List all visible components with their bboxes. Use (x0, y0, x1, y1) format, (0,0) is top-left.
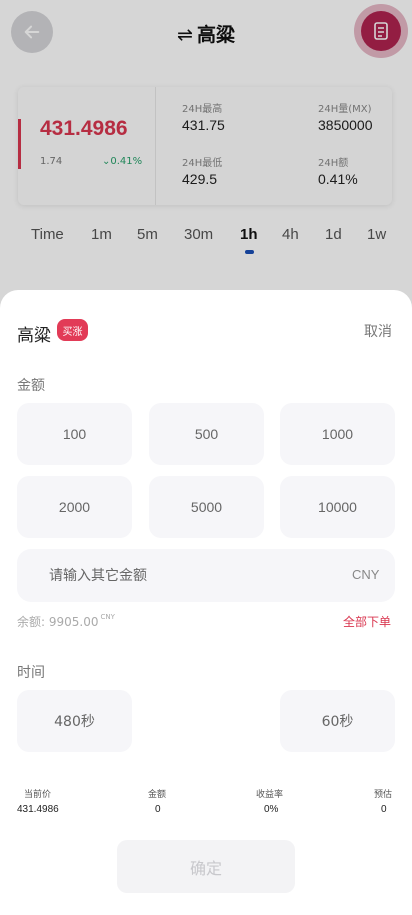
amount-option-100[interactable]: 100 (17, 403, 132, 465)
summary-value-yield: 0% (264, 804, 279, 815)
summary-label-amount: 金额 (148, 790, 167, 800)
custom-amount-input[interactable] (49, 549, 329, 602)
cancel-button[interactable]: 取消 (364, 321, 392, 341)
sheet-title: 高粱 (17, 326, 51, 346)
summary-label-estimate: 预估 (374, 790, 393, 800)
all-in-button[interactable]: 全部下单 (343, 613, 391, 630)
time-section-label: 时间 (17, 665, 45, 681)
amount-option-500[interactable]: 500 (149, 403, 264, 465)
balance-label: 余额: (17, 615, 46, 629)
order-sheet: 高粱 买涨 取消 金额 100 500 1000 2000 5000 10000… (0, 290, 412, 915)
time-option-60s[interactable]: 60秒 (280, 690, 395, 752)
time-option-480s[interactable]: 480秒 (17, 690, 132, 752)
buy-up-badge: 买涨 (57, 319, 88, 341)
summary-value-estimate: 0 (381, 804, 387, 815)
balance-value: 9905.00 (48, 615, 99, 629)
summary-value-amount: 0 (155, 804, 161, 815)
confirm-button[interactable]: 确定 (117, 840, 295, 893)
amount-option-1000[interactable]: 1000 (280, 403, 395, 465)
summary-value-price: 431.4986 (17, 804, 59, 815)
summary-label-yield: 收益率 (256, 790, 284, 800)
balance-currency: CNY (100, 613, 115, 621)
summary-label-price: 当前价 (24, 790, 52, 800)
custom-amount-field: CNY (17, 549, 395, 602)
balance: 余额: 9905.00 CNY (17, 613, 115, 630)
currency-unit: CNY (352, 567, 380, 582)
amount-section-label: 金额 (17, 378, 45, 394)
amount-option-10000[interactable]: 10000 (280, 476, 395, 538)
amount-option-2000[interactable]: 2000 (17, 476, 132, 538)
amount-option-5000[interactable]: 5000 (149, 476, 264, 538)
